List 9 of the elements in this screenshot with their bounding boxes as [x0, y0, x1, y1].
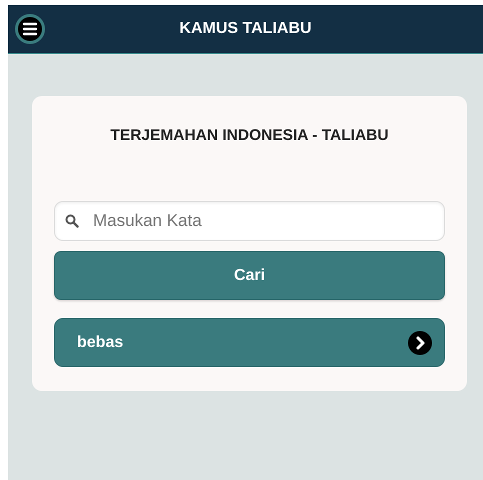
search-field[interactable]: Masukan Kata [54, 201, 445, 241]
card-title: TERJEMAHAN INDONESIA - TALIABU [109, 127, 390, 145]
menu-button[interactable] [15, 14, 45, 44]
search-button[interactable]: Cari [54, 251, 445, 300]
app-title: KAMUS TALIABU [179, 20, 312, 38]
chevron-right-icon [408, 330, 432, 354]
search-icon [65, 214, 79, 228]
menu-icon [22, 22, 38, 36]
result-item[interactable]: bebas [54, 318, 445, 367]
